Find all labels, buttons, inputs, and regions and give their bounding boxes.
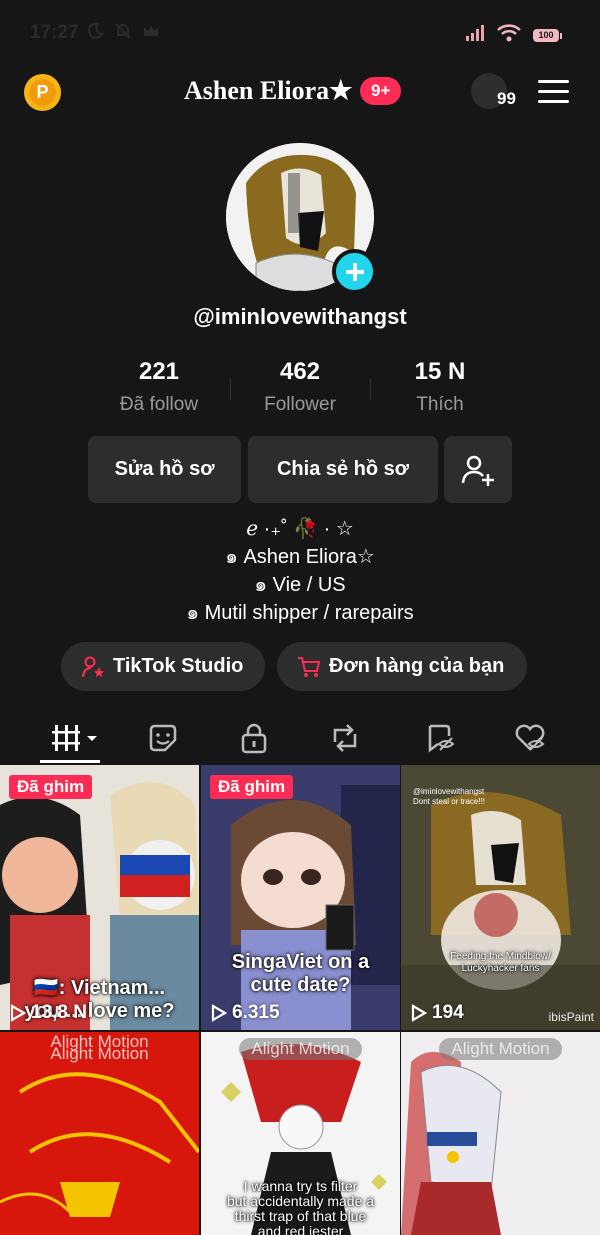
sticker-icon [149, 724, 177, 752]
add-friend-button[interactable] [444, 436, 512, 503]
stat-value: 15 N [414, 358, 466, 385]
video-thumbnail[interactable]: Đã ghim SingaViet on a cute date? 6.315 [201, 765, 400, 1030]
notification-badge[interactable]: 9+ [360, 77, 402, 105]
wifi-icon [497, 24, 521, 47]
stat-value: 462 [279, 358, 321, 385]
view-count: 6.315 [211, 1002, 280, 1024]
view-count: 194 [411, 1002, 464, 1024]
mute-bell-icon [114, 22, 132, 40]
orders-button[interactable]: Đơn hàng của bạn [277, 642, 527, 691]
profile-handle: @iminlovewithangst [193, 304, 407, 329]
menu-icon[interactable] [538, 80, 569, 104]
play-icon [10, 1004, 26, 1022]
stat-label: Follower [264, 394, 336, 415]
plus-icon [345, 262, 364, 281]
profile-name-title[interactable]: Ashen Eliora★ [184, 76, 353, 106]
video-thumbnail[interactable]: Alight Motion I wanna try ts filter but … [201, 1032, 400, 1235]
tiktok-studio-label: TikTok Studio [113, 655, 244, 677]
video-thumbnail[interactable]: Đã ghim 🇷🇺: Vietnam... you ... love me? … [0, 765, 199, 1030]
stat-label: Đã follow [119, 394, 199, 415]
view-count: 13,8 N [10, 1002, 87, 1024]
orders-label: Đơn hàng của bạn [329, 655, 505, 677]
stat-label: Thích [416, 394, 464, 415]
profile-tabs [0, 712, 600, 764]
tab-videos[interactable] [50, 718, 100, 758]
pinned-badge: Đã ghim [9, 775, 93, 799]
stat-likes[interactable]: 15 N Thích [365, 358, 515, 416]
add-friend-icon [461, 455, 494, 486]
cart-icon [298, 656, 321, 677]
video-caption: I wanna try ts filter but accidentally m… [226, 1178, 375, 1235]
video-caption: SingaViet on a cute date? [231, 951, 370, 996]
coin-icon: P [29, 79, 56, 106]
tab-private[interactable] [234, 718, 274, 758]
coin-button[interactable]: P [24, 74, 61, 111]
tab-liked[interactable] [510, 718, 550, 758]
tab-favorites[interactable] [143, 718, 183, 758]
stat-value: 221 [138, 358, 180, 385]
status-time: 17:27 [30, 22, 79, 43]
tab-reposts[interactable] [325, 718, 365, 758]
edit-profile-button[interactable]: Sửa hồ sơ [88, 436, 241, 503]
bookmark-hidden-icon [428, 724, 455, 753]
video-thumbnail[interactable]: Alight Motion [401, 1032, 600, 1235]
play-icon [411, 1004, 427, 1022]
tab-active-indicator [40, 760, 100, 763]
video-thumbnail[interactable]: Alight Motion Alight Motion [0, 1032, 199, 1235]
alight-motion-watermark: Alight Motion [201, 1038, 400, 1060]
bio-line: ℯ ·₊˚ 🥀 · ☆ [246, 518, 354, 540]
status-bar: 17:27 100 [0, 0, 600, 64]
bio-line: ๑ Vie / US [254, 574, 346, 596]
share-profile-button[interactable]: Chia sẻ hồ sơ [248, 436, 438, 503]
tab-collections[interactable] [420, 718, 460, 758]
signal-icon [465, 25, 485, 46]
tiktok-studio-button[interactable]: TikTok Studio [61, 642, 265, 691]
stat-followers[interactable]: 462 Follower [225, 358, 375, 416]
top-navigation: P Ashen Eliora★ 9+ 99 [0, 66, 600, 118]
stat-following[interactable]: 221 Đã follow [84, 358, 234, 416]
battery-icon: 100 [533, 29, 562, 42]
alight-motion-watermark: Alight Motion [50, 1044, 149, 1063]
grid-icon [52, 725, 97, 751]
video-top-text: @iminlovewithangst Dont steal or trace!!… [413, 787, 486, 806]
heart-hidden-icon [515, 724, 545, 751]
bio-line: ๑ Mutil shipper / rarepairs [186, 602, 414, 624]
alight-motion-watermark: Alight Motion [401, 1038, 600, 1060]
crown-icon [142, 22, 160, 40]
video-thumbnail[interactable]: @iminlovewithangst Dont steal or trace!!… [401, 765, 600, 1030]
friends-count: 99 [497, 89, 516, 108]
pinned-badge: Đã ghim [210, 775, 294, 799]
repost-icon [333, 724, 357, 752]
video-caption: Feeding the Mindblow/ Luckyhacker fans [450, 951, 551, 974]
play-icon [211, 1004, 227, 1022]
add-avatar-button[interactable] [332, 249, 377, 294]
moon-icon [86, 22, 104, 40]
ibispaint-watermark: ibisPaint [548, 1010, 594, 1024]
bio: ℯ ·₊˚ 🥀 · ☆ ๑ Ashen Eliora☆ ๑ Vie / US ๑… [0, 515, 600, 627]
studio-user-icon [82, 656, 104, 677]
bio-line: ๑ Ashen Eliora☆ [225, 546, 375, 568]
lock-icon [241, 723, 267, 754]
